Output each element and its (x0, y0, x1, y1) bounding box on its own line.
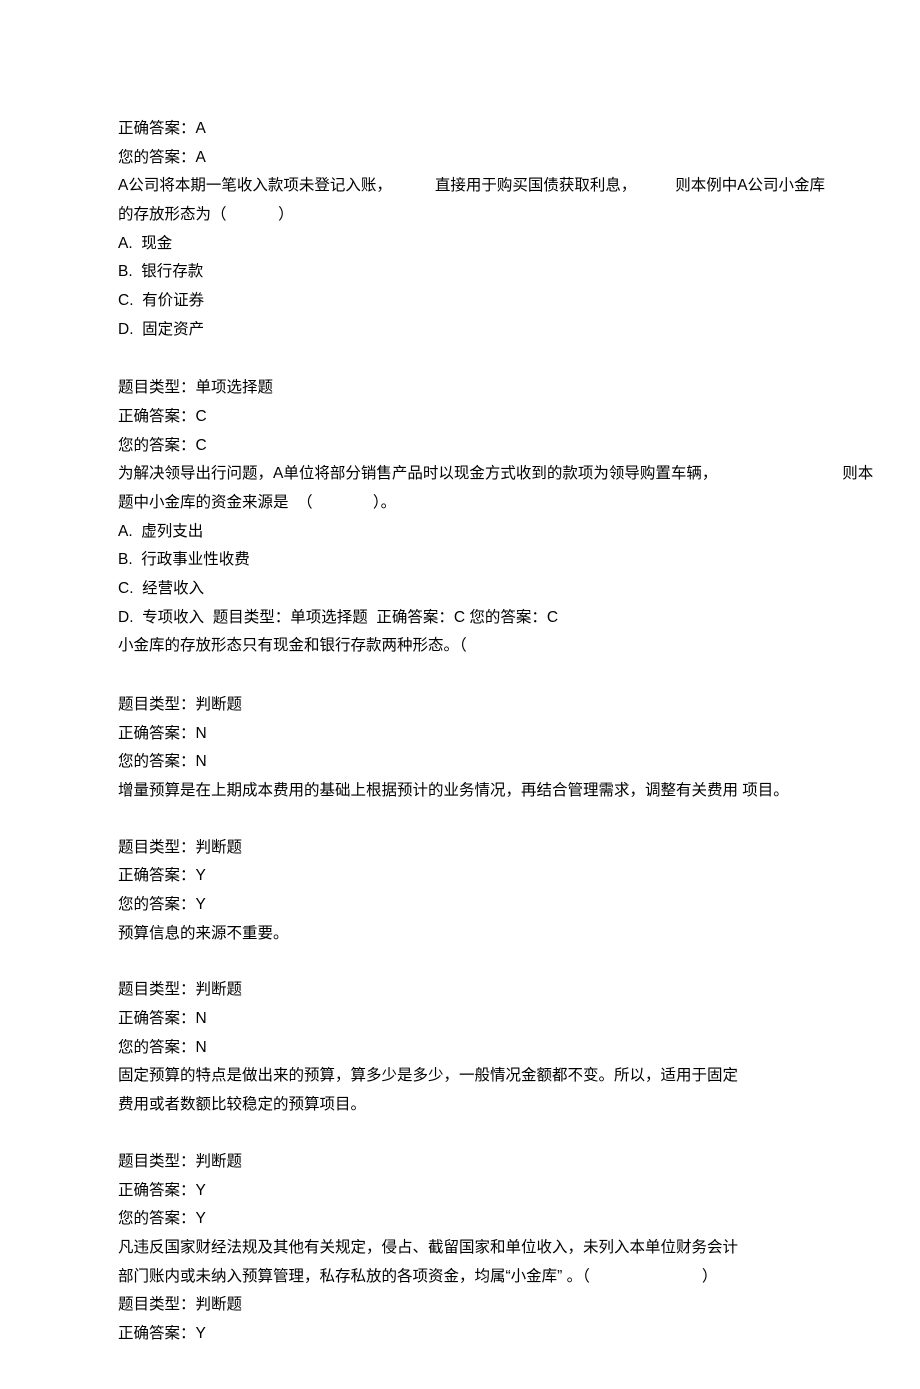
answer-yours: 您的答案：A (118, 144, 802, 173)
answer-correct: 正确答案：N (118, 1005, 802, 1034)
question-stem: 费用或者数额比较稳定的预算项目。 (118, 1091, 802, 1120)
question-stem: 为解决领导出行问题，A单位将部分销售产品时以现金方式收到的款项为领导购置车辆， … (118, 460, 802, 489)
stem-part: 为解决领导出行问题，A单位将部分销售产品时以现金方式收到的款项为领导购置车辆， (118, 465, 717, 482)
question-stem: 小金库的存放形态只有现金和银行存款两种形态。（ (118, 632, 802, 661)
option-c: C. 经营收入 (118, 575, 802, 604)
question-stem: 的存放形态为（ ） (118, 201, 802, 230)
answer-yours: 您的答案：Y (118, 1205, 802, 1234)
answer-correct: 正确答案：Y (118, 1320, 802, 1349)
option-a: A. 虚列支出 (118, 518, 802, 547)
answer-correct: 正确答案：N (118, 720, 802, 749)
stem-part: A公司将本期一笔收入款项未登记入账， (118, 177, 392, 194)
stem-part: 部门账内或未纳入预算管理，私存私放的各项资金，均属“小金库” 。（ (118, 1268, 590, 1285)
question-stem: 预算信息的来源不重要。 (118, 920, 802, 949)
option-c: C. 有价证券 (118, 287, 802, 316)
answer-correct: 正确答案：C (118, 403, 802, 432)
stem-part: 直接用于购买国债获取利息， (435, 177, 637, 194)
stem-part: 则本例中A公司小金库 (675, 177, 825, 194)
stem-part: 则本 (842, 465, 873, 482)
option-b: B. 行政事业性收费 (118, 546, 802, 575)
question-stem: 题中小金库的资金来源是 （ ）。 (118, 489, 802, 518)
option-b: B. 银行存款 (118, 258, 802, 287)
answer-yours: 您的答案：N (118, 748, 802, 777)
question-stem: 固定预算的特点是做出来的预算，算多少是多少，一般情况金额都不变。所以，适用于固定 (118, 1062, 802, 1091)
option-d: D. 固定资产 (118, 316, 802, 345)
option-d: D. 专项收入 题目类型：单项选择题 正确答案：C 您的答案：C (118, 604, 802, 633)
question-type: 题目类型：判断题 (118, 976, 802, 1005)
question-stem: A公司将本期一笔收入款项未登记入账， 直接用于购买国债获取利息， 则本例中A公司… (118, 172, 802, 201)
stem-part: ） (702, 1268, 718, 1285)
answer-correct: 正确答案：Y (118, 1177, 802, 1206)
question-stem: 凡违反国家财经法规及其他有关规定，侵占、截留国家和单位收入，未列入本单位财务会计 (118, 1234, 802, 1263)
question-stem: 部门账内或未纳入预算管理，私存私放的各项资金，均属“小金库” 。（ ） (118, 1263, 802, 1292)
answer-yours: 您的答案：Y (118, 891, 802, 920)
question-type: 题目类型：判断题 (118, 1148, 802, 1177)
answer-correct: 正确答案：A (118, 115, 802, 144)
answer-yours: 您的答案：C (118, 432, 802, 461)
answer-yours: 您的答案：N (118, 1034, 802, 1063)
question-type: 题目类型：判断题 (118, 834, 802, 863)
answer-correct: 正确答案：Y (118, 862, 802, 891)
question-type: 题目类型：单项选择题 (118, 374, 802, 403)
question-type: 题目类型：判断题 (118, 1291, 802, 1320)
option-a: A. 现金 (118, 230, 802, 259)
question-type: 题目类型：判断题 (118, 691, 802, 720)
question-stem: 增量预算是在上期成本费用的基础上根据预计的业务情况，再结合管理需求，调整有关费用… (118, 777, 802, 806)
